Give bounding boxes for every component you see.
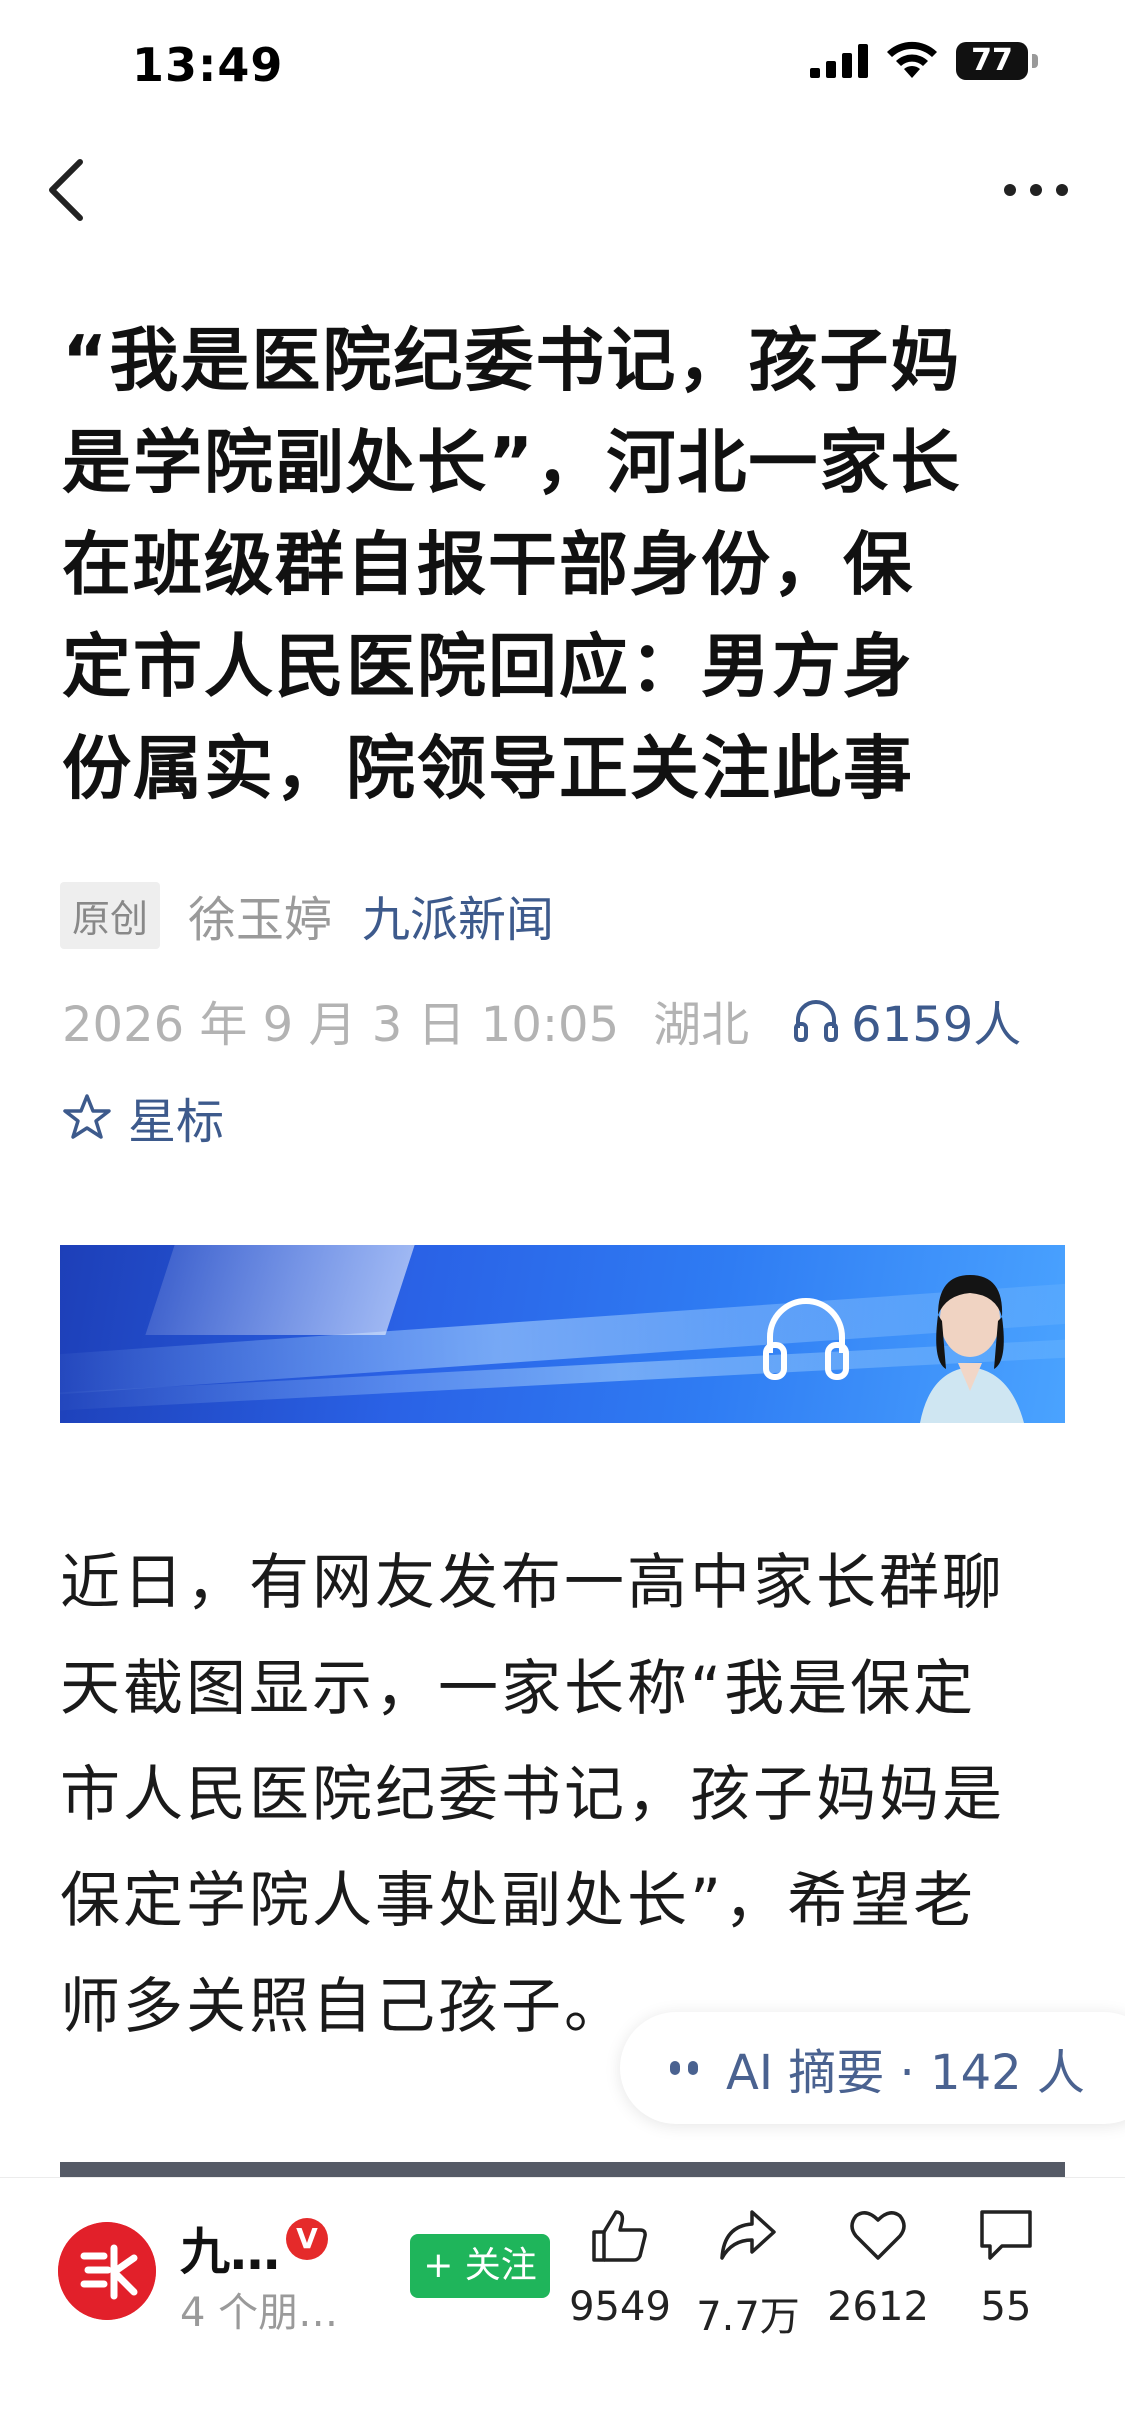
next-image-edge <box>60 2162 1065 2178</box>
title-line: 定市人民医院回应：男方身 <box>62 627 914 707</box>
cellular-signal-icon <box>810 44 868 78</box>
ai-summary-label: AI 摘要 · 142 人 <box>726 2045 1085 2101</box>
favorite-count: 2612 <box>827 2284 929 2330</box>
title-line: 份属实，院领导正关注此事 <box>62 729 914 809</box>
author-name: 徐玉婷 <box>188 892 333 948</box>
news-anchor-avatar <box>920 1275 1024 1423</box>
paragraph-line: 市人民医院纪委书记，孩子妈妈是 <box>60 1760 1005 1836</box>
paragraph-line: 近日，有网友发布一高中家长群聊 <box>60 1548 1005 1624</box>
account-avatar[interactable] <box>58 2222 156 2320</box>
article-title: “我是医院纪委书记，孩子妈 是学院副处长”，河北一家长 在班级群自报干部身份，保… <box>62 310 1062 820</box>
account-followers: 4 个朋… <box>180 2290 339 2336</box>
banner-logo <box>145 1245 415 1335</box>
heart-icon <box>850 2211 906 2260</box>
status-time: 13:49 <box>132 38 284 92</box>
comment-bubble-icon <box>980 2210 1032 2260</box>
paragraph-line: 保定学院人事处副处长”，希望老 <box>60 1866 977 1942</box>
title-line: 在班级群自报干部身份，保 <box>62 525 914 605</box>
thumbs-up-icon <box>592 2210 647 2262</box>
star-button[interactable]: 星标 <box>62 1082 224 1152</box>
share-arrow-icon <box>720 2210 776 2260</box>
original-badge: 原创 <box>60 881 161 949</box>
listener-count: 6159人 <box>851 997 1022 1053</box>
more-horizontal-icon[interactable] <box>1000 168 1080 208</box>
bottom-action-bar: 九… V 4 个朋… + 关注 9549 7.7万 2612 55 <box>0 2178 1125 2436</box>
star-label: 星标 <box>128 1094 225 1150</box>
favorite-button[interactable]: 2612 <box>818 2206 938 2330</box>
ai-dots-icon <box>670 2061 706 2075</box>
like-button[interactable]: 9549 <box>560 2206 680 2330</box>
source-link[interactable]: 九派新闻 <box>362 880 554 950</box>
comment-button[interactable]: 55 <box>946 2206 1066 2330</box>
battery-tip <box>1032 54 1038 68</box>
like-count: 9549 <box>569 2284 671 2330</box>
audio-banner[interactable] <box>60 1245 1065 1423</box>
share-button[interactable]: 7.7万 <box>688 2206 808 2342</box>
paragraph-line: 师多关照自己孩子。 <box>60 1972 627 2048</box>
battery-level: 77 <box>956 42 1028 80</box>
follow-button[interactable]: + 关注 <box>410 2234 550 2298</box>
article-meta: 原创 徐玉婷 九派新闻 <box>60 880 554 950</box>
publish-location: 湖北 <box>653 997 750 1053</box>
publish-date: 2026 年 9 月 3 日 10:05 <box>62 997 620 1053</box>
headphones-icon <box>794 1000 839 1042</box>
star-icon <box>63 1094 111 1139</box>
chevron-left-icon[interactable] <box>40 150 100 230</box>
ai-summary-button[interactable]: AI 摘要 · 142 人 <box>620 2012 1125 2124</box>
headphones-icon <box>763 1298 849 1380</box>
publish-info: 2026 年 9 月 3 日 10:05 湖北 6159人 <box>62 985 1021 1055</box>
share-count: 7.7万 <box>696 2294 800 2340</box>
status-bar: 13:49 77 <box>0 0 1125 130</box>
paragraph-line: 天截图显示，一家长称“我是保定 <box>60 1654 977 1730</box>
listen-button[interactable]: 6159人 <box>793 985 1021 1055</box>
comment-count: 55 <box>980 2284 1032 2330</box>
wifi-icon <box>887 41 937 78</box>
verified-badge: V <box>286 2218 328 2260</box>
article-paragraph: 近日，有网友发布一高中家长群聊 天截图显示，一家长称“我是保定 市人民医院纪委书… <box>60 1530 1070 2060</box>
account-name[interactable]: 九… <box>180 2212 280 2284</box>
title-line: 是学院副处长”，河北一家长 <box>62 423 962 503</box>
title-line: “我是医院纪委书记，孩子妈 <box>62 321 962 401</box>
